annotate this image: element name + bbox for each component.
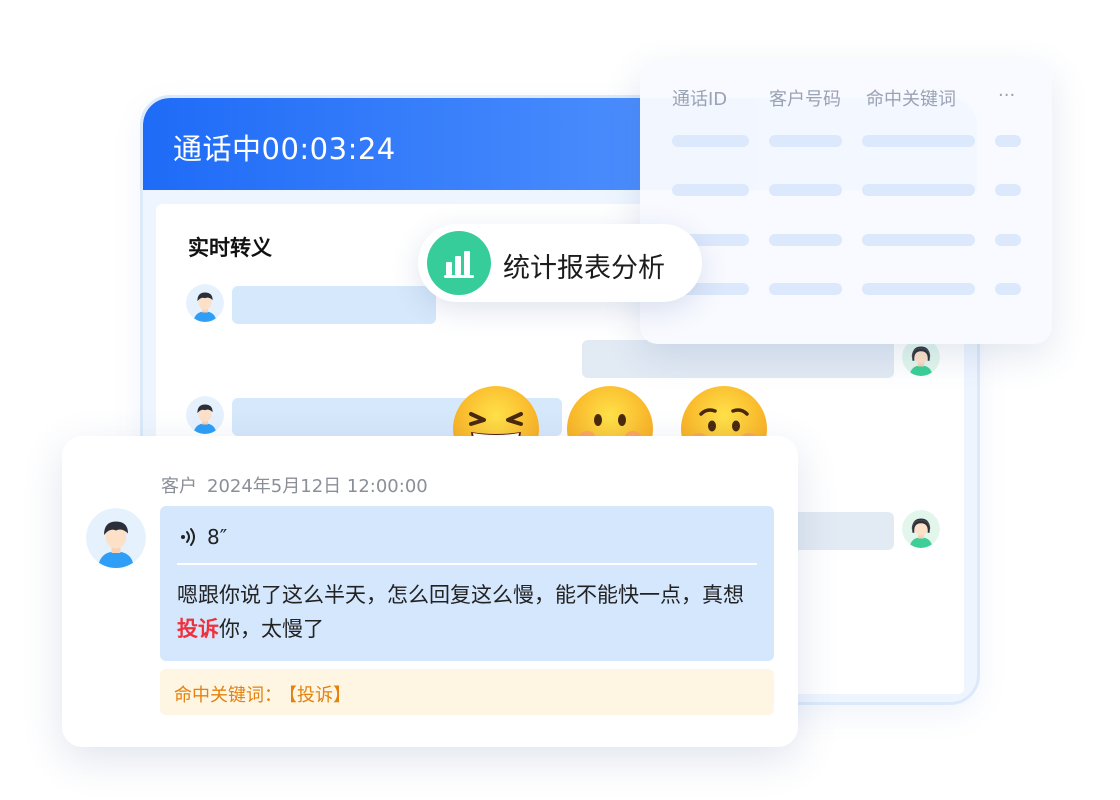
customer-avatar — [186, 396, 224, 434]
customer-avatar — [86, 508, 146, 568]
column-header-more: ··· — [998, 85, 1016, 106]
voice-message[interactable]: 8″ — [177, 525, 227, 549]
hit-keyword-bar: 命中关键词： 【投诉】 — [160, 669, 774, 715]
message-text-after: 你，太慢了 — [219, 617, 324, 641]
table-cell-placeholder — [862, 234, 975, 246]
message-bubble: 8″ 嗯跟你说了这么半天，怎么回复这么慢，能不能快一点，真想投诉你，太慢了 — [160, 506, 774, 661]
table-cell-placeholder — [862, 283, 975, 295]
table-cell-placeholder — [995, 283, 1021, 295]
table-cell-placeholder — [995, 234, 1021, 246]
message-meta: 客户 2024年5月12日 12:00:00 — [161, 472, 428, 498]
call-records-table: 通话ID 客户号码 命中关键词 ··· — [640, 60, 1052, 344]
column-header-hit-keyword: 命中关键词 — [866, 89, 956, 110]
column-header-call-id: 通话ID — [672, 89, 728, 110]
customer-message-card: 客户 2024年5月12日 12:00:00 8″ 嗯跟你说了这么半天，怎么回复这… — [62, 436, 798, 747]
voice-wave-icon — [181, 528, 195, 546]
column-header-customer-number: 客户号码 — [769, 89, 841, 110]
table-cell-placeholder — [862, 135, 975, 147]
table-cell-placeholder — [769, 283, 842, 295]
divider — [177, 563, 757, 565]
customer-avatar — [186, 284, 224, 322]
table-cell-placeholder — [672, 184, 749, 196]
message-timestamp: 2024年5月12日 12:00:00 — [207, 476, 428, 497]
table-cell-placeholder — [995, 184, 1021, 196]
table-cell-placeholder — [769, 234, 842, 246]
call-status-title: 通话中00:03:24 — [173, 132, 396, 166]
stats-report-button[interactable]: 统计报表分析 — [418, 224, 702, 302]
hit-keyword-value: 【投诉】 — [288, 685, 351, 706]
sender-label: 客户 — [161, 476, 197, 497]
table-cell-placeholder — [769, 135, 842, 147]
bar-chart-icon — [427, 231, 491, 295]
voice-duration: 8″ — [207, 525, 228, 549]
hit-keyword-highlight: 投诉 — [177, 617, 219, 641]
hit-keyword-label: 命中关键词： — [174, 685, 282, 706]
agent-avatar — [902, 510, 940, 548]
table-cell-placeholder — [995, 135, 1021, 147]
table-cell-placeholder — [769, 184, 842, 196]
table-cell-placeholder — [862, 184, 975, 196]
table-cell-placeholder — [672, 135, 749, 147]
transcript-bubble — [232, 286, 436, 324]
transcript-title: 实时转义 — [188, 236, 272, 260]
stats-report-label: 统计报表分析 — [503, 253, 665, 284]
message-text-before: 嗯跟你说了这么半天，怎么回复这么慢，能不能快一点，真想 — [177, 583, 744, 607]
message-text: 嗯跟你说了这么半天，怎么回复这么慢，能不能快一点，真想投诉你，太慢了 — [177, 578, 757, 646]
transcript-bubble — [582, 340, 894, 378]
